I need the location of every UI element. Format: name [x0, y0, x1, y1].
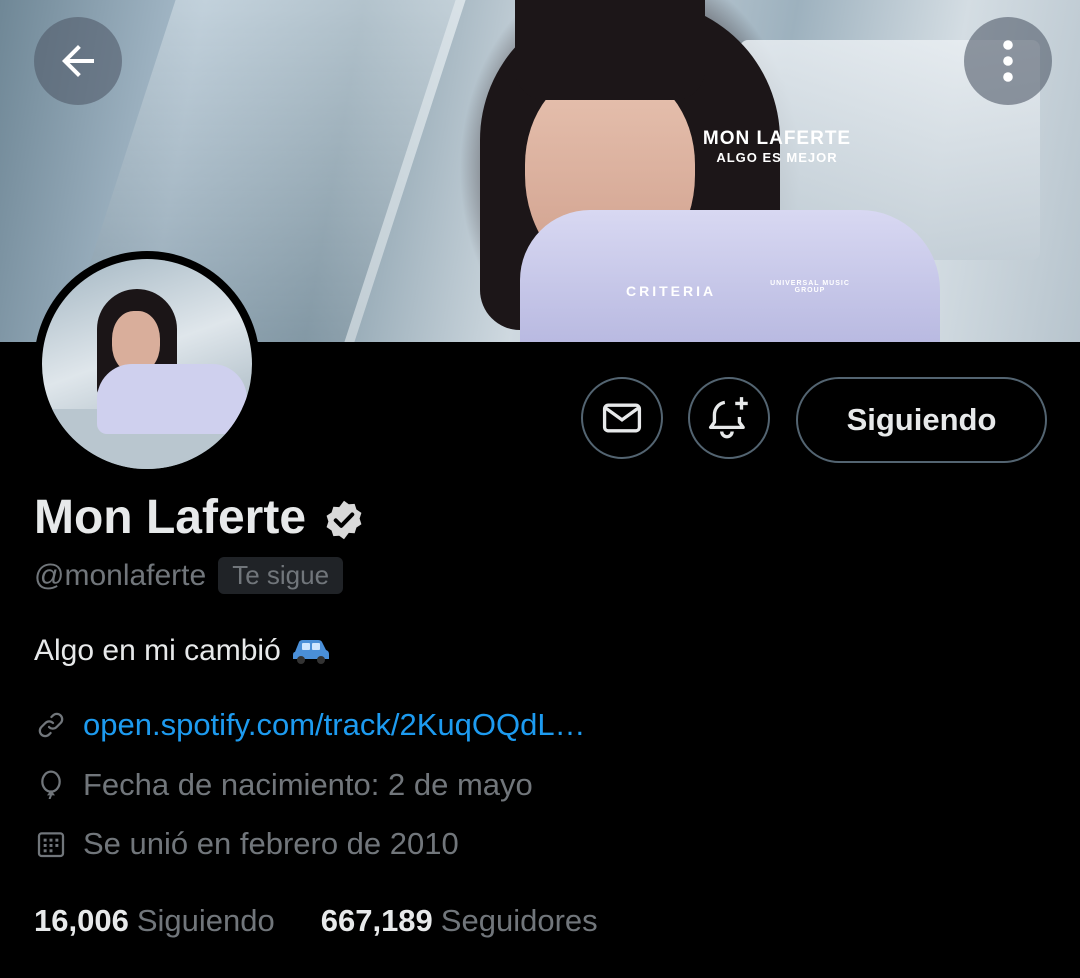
- following-count: 16,006: [34, 903, 129, 938]
- avatar-image: [42, 259, 252, 469]
- user-handle: @monlaferte: [34, 558, 207, 592]
- followers-stat[interactable]: 667,189 Seguidores: [321, 903, 598, 939]
- following-button[interactable]: Siguiendo: [796, 377, 1047, 463]
- avatar[interactable]: [34, 251, 260, 477]
- bio: Algo en mi cambió: [34, 634, 331, 668]
- website-link[interactable]: open.spotify.com/track/2KuqOQdL…: [83, 707, 586, 743]
- verified-badge-icon: [326, 500, 362, 539]
- banner-label-universal: UNIVERSAL MUSIC GROUP: [770, 280, 850, 294]
- joined-text: Se unió en febrero de 2010: [83, 826, 459, 861]
- banner-jacket: [520, 210, 940, 342]
- calendar-icon: [34, 827, 68, 861]
- bell-plus-icon: [709, 397, 748, 439]
- message-button[interactable]: [581, 377, 663, 459]
- following-stat[interactable]: 16,006 Siguiendo: [34, 903, 275, 939]
- followers-label: Seguidores: [440, 903, 598, 938]
- follow-stats: 16,006 Siguiendo 667,189 Seguidores: [34, 903, 644, 939]
- banner-fringe: [515, 0, 705, 100]
- more-options-button[interactable]: [964, 17, 1052, 105]
- back-button[interactable]: [34, 17, 122, 105]
- following-label: Siguiendo: [136, 903, 275, 938]
- banner-label-criteria: CRITERIA: [626, 283, 717, 299]
- more-vertical-icon: [1003, 40, 1013, 82]
- name-row: Mon Laferte: [34, 490, 366, 545]
- banner-album-subtitle: ALGO ES MEJOR: [716, 150, 838, 165]
- followers-count: 667,189: [320, 903, 433, 938]
- follows-you-badge: Te sigue: [218, 557, 344, 594]
- website-row: open.spotify.com/track/2KuqOQdL…: [34, 707, 586, 743]
- display-name: Mon Laferte: [34, 491, 307, 544]
- birthday-text: Fecha de nacimiento: 2 de mayo: [83, 767, 533, 802]
- car-emoji-icon: [292, 640, 329, 664]
- envelope-icon: [602, 403, 642, 433]
- banner-album-title: MON LAFERTE: [702, 128, 852, 149]
- bio-text: Algo en mi cambió: [34, 634, 281, 667]
- joined-row: Se unió en febrero de 2010: [34, 826, 459, 862]
- handle-row: @monlaferte Te sigue: [34, 557, 344, 594]
- birthday-row: Fecha de nacimiento: 2 de mayo: [34, 767, 533, 803]
- notifications-button[interactable]: [688, 377, 770, 459]
- balloon-icon: [34, 768, 68, 802]
- link-icon: [34, 708, 68, 742]
- arrow-left-icon: [62, 45, 94, 77]
